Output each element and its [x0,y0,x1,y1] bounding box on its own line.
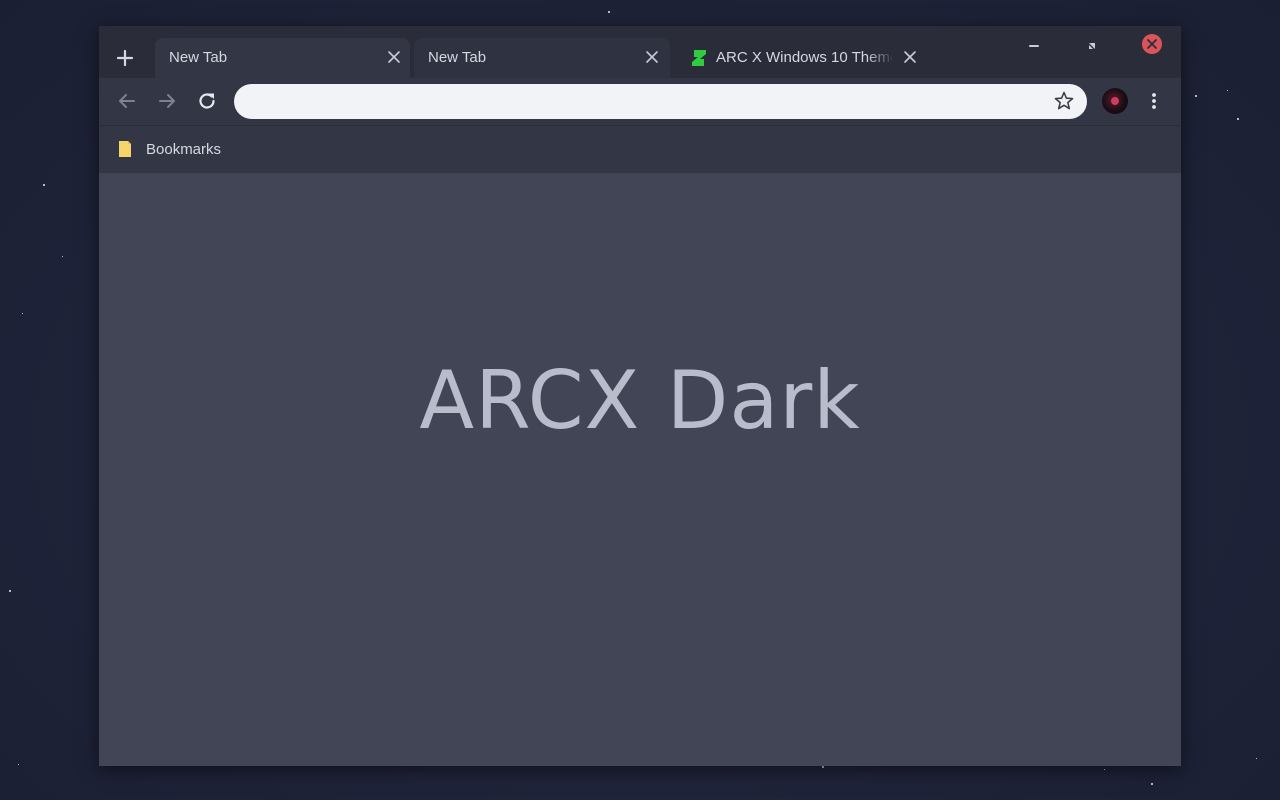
close-icon[interactable] [902,49,918,65]
reload-button[interactable] [195,89,219,113]
arrow-left-icon [119,94,135,108]
close-circle-icon [1142,34,1162,54]
bookmark-star-button[interactable] [1053,90,1075,112]
menu-button[interactable] [1142,89,1166,113]
star-dot [9,590,11,592]
profile-avatar[interactable] [1102,88,1128,114]
maximize-button[interactable] [1080,34,1104,58]
tab-label: New Tab [428,49,487,66]
minimize-icon [1029,45,1039,47]
close-icon[interactable] [386,49,402,65]
deviantart-icon [690,48,708,68]
folder-icon [119,141,131,157]
star-dot [1237,118,1239,120]
window-close-button[interactable] [1140,34,1164,58]
navigation-toolbar [99,78,1181,125]
star-dot [22,313,23,314]
bookmark-folder-bookmarks[interactable]: Bookmarks [111,136,229,162]
forward-button[interactable] [155,89,179,113]
kebab-menu-icon [1152,93,1156,109]
bookmarks-bar: Bookmarks [99,125,1181,173]
arrow-right-icon [159,94,175,108]
address-input[interactable] [252,90,1046,114]
page-content: ARCX Dark [99,173,1181,766]
minimize-button[interactable] [1022,34,1046,58]
tab-strip: New Tab New Tab ARC X Windows 10 Theme [99,26,1181,78]
bookmark-label: Bookmarks [146,140,222,158]
star-dot [608,11,610,13]
star-dot [1151,783,1153,785]
maximize-icon [1089,43,1095,49]
star-dot [1195,95,1197,97]
tab-label-fade [866,46,894,70]
tab-new-tab-1[interactable]: New Tab [155,38,410,78]
star-dot [18,764,19,765]
tab-arc-x-theme[interactable]: ARC X Windows 10 Theme [674,38,934,78]
close-icon[interactable] [644,49,660,65]
star-dot [62,256,63,257]
star-outline-icon [1054,91,1074,110]
new-tab-button[interactable] [111,44,139,72]
star-dot [822,766,824,768]
avatar-detail [1111,97,1119,105]
star-dot [1227,90,1228,91]
star-dot [1104,769,1105,770]
star-dot [43,184,45,186]
plus-icon [116,49,134,67]
page-title: ARCX Dark [419,354,861,447]
reload-icon [199,93,215,109]
browser-window: New Tab New Tab ARC X Windows 10 Theme B… [99,26,1181,766]
address-bar[interactable] [234,84,1087,119]
star-dot [1256,758,1257,759]
tab-label: New Tab [169,49,228,66]
back-button[interactable] [115,89,139,113]
tab-new-tab-2[interactable]: New Tab [414,38,670,78]
